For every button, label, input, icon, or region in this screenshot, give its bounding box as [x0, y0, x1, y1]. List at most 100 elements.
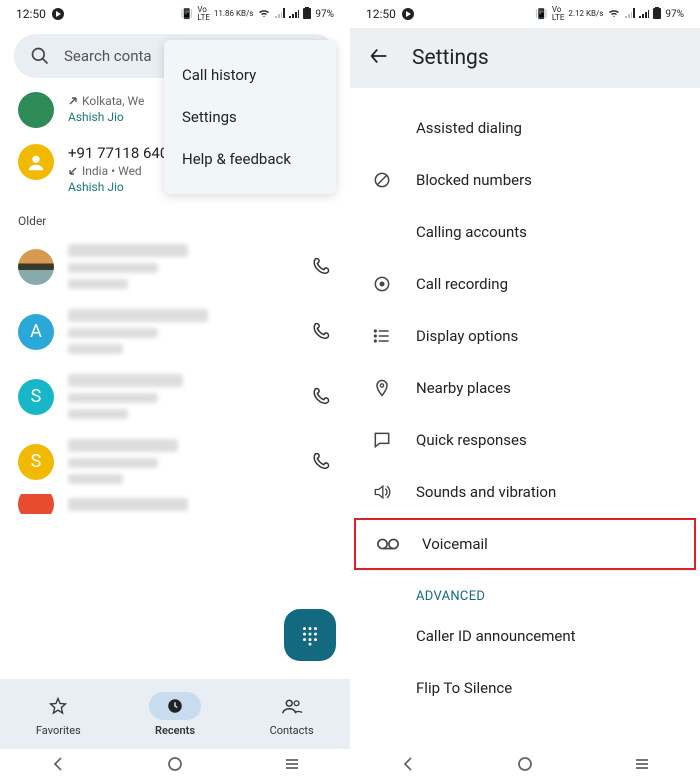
list-icon	[370, 326, 394, 346]
row-quick-responses[interactable]: Quick responses	[350, 414, 700, 466]
net-speed: 11.86 KB/s	[214, 10, 254, 18]
row-call-recording[interactable]: Call recording	[350, 258, 700, 310]
row-label: Call recording	[416, 275, 508, 293]
row-label: Sounds and vibration	[416, 483, 556, 501]
row-label: Nearby places	[416, 379, 511, 397]
sound-icon	[370, 482, 394, 502]
row-nearby-places[interactable]: Nearby places	[350, 362, 700, 414]
row-label: Display options	[416, 327, 518, 345]
avatar	[18, 494, 54, 514]
settings-list: Assisted dialing Blocked numbers Calling…	[350, 88, 700, 728]
avatar: S	[18, 379, 54, 415]
row-label: Calling accounts	[416, 223, 527, 241]
avatar	[18, 144, 54, 180]
row-assisted-dialing[interactable]: Assisted dialing	[350, 102, 700, 154]
row-display-options[interactable]: Display options	[350, 310, 700, 362]
nav-label: Favorites	[36, 724, 81, 737]
sysnav-recent[interactable]	[633, 755, 651, 777]
call-entry-blurred[interactable]: S	[0, 364, 350, 429]
search-placeholder: Search conta	[64, 47, 152, 65]
signal-icon-1	[625, 8, 635, 21]
nav-label: Contacts	[270, 724, 314, 737]
overflow-menu: Call history Settings Help & feedback	[164, 40, 336, 194]
back-button[interactable]	[368, 45, 390, 71]
net-speed: 2.12 KB/s	[568, 10, 603, 18]
menu-call-history[interactable]: Call history	[164, 54, 336, 96]
wifi-icon	[607, 8, 621, 21]
nav-label: Recents	[155, 724, 195, 737]
voicemail-icon	[376, 537, 400, 551]
settings-screen: 12:50 📳 VoLTE 2.12 KB/s 97% Settings Ass…	[350, 0, 700, 783]
phone-icon[interactable]	[310, 321, 332, 343]
phone-icon[interactable]	[310, 451, 332, 473]
dialpad-fab[interactable]	[284, 609, 336, 661]
signal-icon-2	[639, 8, 649, 21]
call-location: Kolkata, We	[82, 94, 144, 108]
row-flip-to-silence[interactable]: Flip To Silence	[350, 662, 700, 714]
star-icon	[48, 696, 68, 716]
sysnav-home[interactable]	[166, 755, 184, 777]
call-entry-blurred[interactable]	[0, 494, 350, 514]
phone-icon[interactable]	[310, 386, 332, 408]
contacts-icon	[281, 697, 303, 715]
sysnav-home[interactable]	[516, 755, 534, 777]
bottom-nav: Favorites Recents Contacts	[0, 679, 350, 749]
avatar: A	[18, 314, 54, 350]
system-nav	[0, 749, 350, 783]
row-label: Caller ID announcement	[416, 627, 576, 645]
status-bar: 12:50 📳 VoLTE 11.86 KB/s 97%	[0, 0, 350, 28]
status-bar: 12:50 📳 VoLTE 2.12 KB/s 97%	[350, 0, 700, 28]
row-label: Assisted dialing	[416, 119, 522, 137]
incoming-call-icon	[68, 166, 78, 176]
row-calling-accounts[interactable]: Calling accounts	[350, 206, 700, 258]
battery-level: 97%	[315, 9, 334, 20]
location-icon	[370, 378, 394, 398]
nav-contacts[interactable]: Contacts	[266, 692, 318, 737]
chat-icon	[370, 430, 394, 450]
battery-icon	[303, 7, 311, 22]
avatar	[18, 92, 54, 128]
sysnav-back[interactable]	[399, 755, 417, 777]
call-entry-blurred[interactable]	[0, 234, 350, 299]
row-label: Blocked numbers	[416, 171, 532, 189]
row-label: Quick responses	[416, 431, 527, 449]
advanced-section-label: ADVANCED	[350, 571, 700, 610]
clock-icon	[166, 697, 184, 715]
wifi-icon	[257, 8, 271, 21]
row-sounds-vibration[interactable]: Sounds and vibration	[350, 466, 700, 518]
signal-icon-1	[275, 8, 285, 21]
call-entry-blurred[interactable]: A	[0, 299, 350, 364]
block-icon	[370, 170, 394, 190]
settings-header: Settings	[350, 28, 700, 88]
row-blocked-numbers[interactable]: Blocked numbers	[350, 154, 700, 206]
nav-favorites[interactable]: Favorites	[32, 692, 84, 737]
menu-settings[interactable]: Settings	[164, 96, 336, 138]
outgoing-call-icon	[68, 96, 78, 106]
call-entry-blurred[interactable]: S	[0, 429, 350, 494]
row-label: Flip To Silence	[416, 679, 512, 697]
sysnav-back[interactable]	[49, 755, 67, 777]
system-nav	[350, 749, 700, 783]
status-time: 12:50	[16, 7, 46, 21]
lte-indicator: VoLTE	[552, 6, 565, 22]
nav-recents[interactable]: Recents	[149, 692, 201, 737]
status-time: 12:50	[366, 7, 396, 21]
search-icon	[30, 46, 50, 66]
signal-icon-2	[289, 8, 299, 21]
call-location: India • Wed	[82, 164, 142, 178]
row-caller-id[interactable]: Caller ID announcement	[350, 610, 700, 662]
battery-level: 97%	[665, 9, 684, 20]
vibrate-icon: 📳	[181, 9, 193, 20]
record-icon	[370, 274, 394, 294]
battery-icon	[653, 7, 661, 22]
row-voicemail[interactable]: Voicemail	[354, 518, 696, 570]
lte-indicator: VoLTE	[197, 6, 210, 22]
section-older: Older	[0, 202, 350, 234]
media-play-icon	[402, 8, 414, 20]
row-label: Voicemail	[422, 535, 488, 553]
avatar	[18, 249, 54, 285]
menu-help-feedback[interactable]: Help & feedback	[164, 138, 336, 180]
phone-icon[interactable]	[310, 256, 332, 278]
sysnav-recent[interactable]	[283, 755, 301, 777]
avatar: S	[18, 444, 54, 480]
